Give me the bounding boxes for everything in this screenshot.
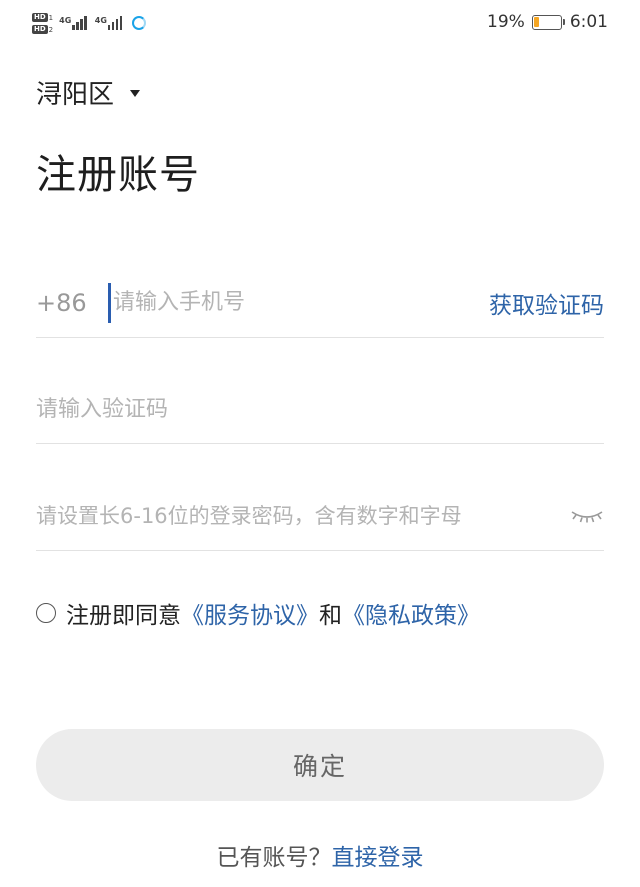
caret-down-icon: [130, 90, 141, 97]
signal-bars: [72, 16, 87, 30]
status-bar: HD 1 HD 2 4G 4G 19% 6:01: [0, 0, 640, 44]
login-link[interactable]: 直接登录: [332, 845, 424, 871]
terms-link[interactable]: 《服务协议》: [181, 596, 319, 630]
password-input[interactable]: [36, 496, 570, 536]
hd1-number: 1: [48, 13, 54, 22]
battery-fill: [534, 17, 540, 27]
hd-icon: HD 2: [32, 24, 54, 34]
agreement-prefix: 注册即同意: [66, 603, 181, 629]
page-title: 注册账号: [36, 152, 200, 198]
agreement-radio[interactable]: [36, 603, 56, 623]
status-bar-right: 19% 6:01: [487, 9, 608, 35]
login-prompt: 已有账号？: [216, 845, 332, 871]
privacy-link[interactable]: 《隐私政策》: [342, 596, 480, 630]
hd-icon: HD 1: [32, 12, 54, 22]
hd-indicators: HD 1 HD 2: [32, 12, 54, 34]
signal-icon: 4G: [59, 16, 87, 30]
region-name: 浔阳区: [36, 80, 115, 110]
verification-code-input[interactable]: [36, 389, 604, 430]
network-type-label: 4G: [59, 16, 72, 25]
get-code-button[interactable]: 获取验证码: [489, 286, 604, 320]
phone-row: +86 获取验证码: [36, 268, 604, 338]
region-selector[interactable]: 浔阳区: [36, 74, 141, 111]
hd2-label: HD: [32, 24, 48, 34]
agreement-joiner: 和: [319, 603, 342, 629]
phone-input[interactable]: [108, 282, 489, 323]
network-type-label: 4G: [94, 16, 107, 25]
clock: 6:01: [569, 12, 608, 32]
battery-percent: 19%: [487, 12, 525, 32]
data-sync-icon: [132, 16, 147, 30]
signal-bars: [107, 16, 123, 30]
login-line: 已有账号？直接登录: [0, 838, 640, 872]
status-bar-left: HD 1 HD 2 4G 4G: [32, 6, 147, 40]
hd2-number: 2: [48, 25, 54, 34]
code-row: [36, 376, 604, 444]
agreement-line: 注册即同意 《服务协议》 和 《隐私政策》: [36, 596, 480, 630]
confirm-button[interactable]: 确定: [36, 729, 604, 801]
password-row: [36, 482, 604, 551]
signal-icon: 4G: [95, 16, 123, 30]
hd1-label: HD: [32, 12, 48, 22]
eye-closed-icon[interactable]: [570, 506, 604, 526]
country-code[interactable]: +86: [36, 289, 108, 317]
battery-icon: [531, 14, 565, 30]
